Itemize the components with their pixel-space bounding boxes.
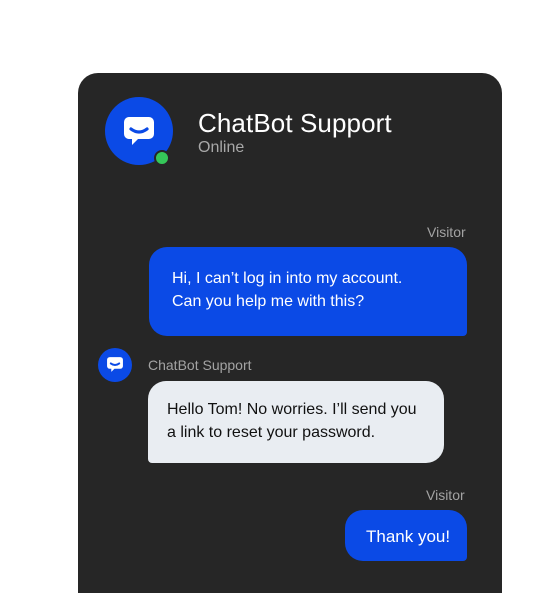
message-line: Thank you! <box>366 527 451 546</box>
chat-bubble-icon <box>124 117 154 145</box>
bot-message-bubble: Hello Tom! No worries. I’ll send you a l… <box>148 381 444 463</box>
online-status-dot <box>154 150 170 166</box>
message-line: Hello Tom! No worries. I’ll send you <box>167 401 417 418</box>
chat-bubble-icon <box>107 357 123 372</box>
bot-message-avatar <box>98 348 132 382</box>
chat-window: ChatBot Support Online Visitor Hi, I can… <box>78 73 502 593</box>
visitor-message-bubble: Hi, I can’t log in into my account. Can … <box>149 247 467 336</box>
message-sender-label: Visitor <box>426 487 465 503</box>
message-sender-label: Visitor <box>427 224 466 240</box>
chat-title: ChatBot Support <box>198 108 392 138</box>
message-line: Can you help me with this? <box>172 293 365 310</box>
visitor-message-bubble: Thank you! <box>345 510 467 561</box>
message-sender-label: ChatBot Support <box>148 357 252 373</box>
chat-status: Online <box>198 139 245 156</box>
message-line: Hi, I can’t log in into my account. <box>172 270 403 287</box>
message-line: a link to reset your password. <box>167 424 376 441</box>
